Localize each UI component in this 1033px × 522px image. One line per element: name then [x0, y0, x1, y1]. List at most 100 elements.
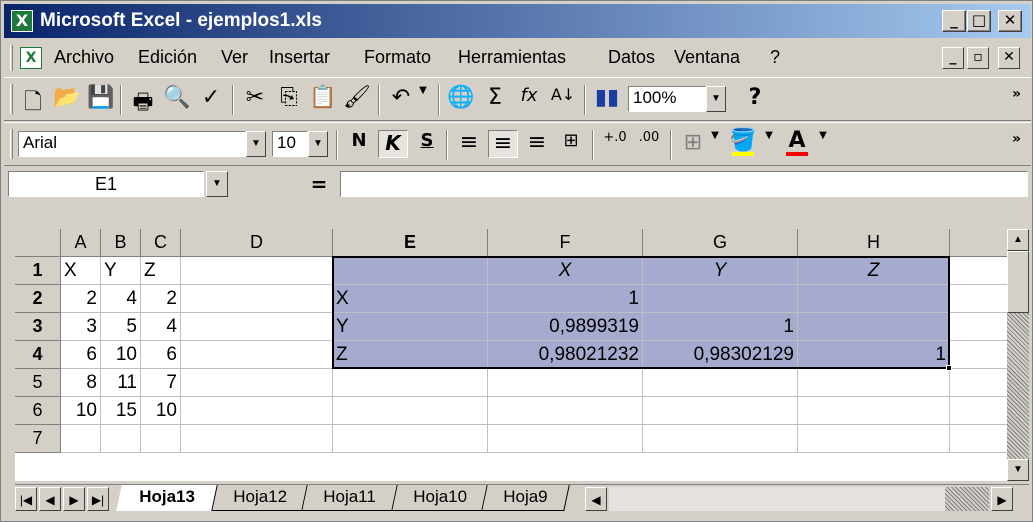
- cell-c5[interactable]: 7: [141, 369, 181, 397]
- column-header-a[interactable]: A: [61, 229, 101, 257]
- scroll-up-arrow[interactable]: ▲: [1007, 229, 1029, 251]
- doc-restore-button[interactable]: ▫: [967, 47, 989, 69]
- cell-a7[interactable]: [61, 425, 101, 453]
- cell-b3[interactable]: 5: [101, 313, 141, 341]
- row-header-5[interactable]: 5: [15, 369, 61, 397]
- name-box-dropdown-arrow[interactable]: ▼: [206, 171, 228, 197]
- borders-dropdown-icon[interactable]: ▼: [706, 130, 724, 158]
- cell-d2[interactable]: [181, 285, 333, 313]
- sort-ascending-icon[interactable]: A↓: [548, 85, 578, 113]
- menu-ventana[interactable]: Ventana: [674, 47, 740, 68]
- menu-insertar[interactable]: Insertar: [269, 47, 330, 68]
- cell-a1[interactable]: X: [61, 257, 101, 285]
- cell-b6[interactable]: 15: [101, 397, 141, 425]
- row-header-3[interactable]: 3: [15, 313, 61, 341]
- cell-b5[interactable]: 11: [101, 369, 141, 397]
- cell-overflow[interactable]: [950, 341, 1007, 369]
- format-painter-icon[interactable]: 🖌: [342, 85, 372, 113]
- doc-close-button[interactable]: ✕: [998, 47, 1020, 69]
- cell-a4[interactable]: 6: [61, 341, 101, 369]
- cell-e7[interactable]: [333, 425, 488, 453]
- help-icon[interactable]: ?: [740, 85, 770, 113]
- cell-g7[interactable]: [643, 425, 798, 453]
- cell-c3[interactable]: 4: [141, 313, 181, 341]
- cell-overflow[interactable]: [950, 313, 1007, 341]
- menu-ayuda[interactable]: ?: [770, 47, 780, 68]
- column-header-f[interactable]: F: [488, 229, 643, 257]
- align-left-icon[interactable]: ≡: [454, 130, 484, 158]
- font-color-dropdown-icon[interactable]: ▼: [814, 130, 832, 158]
- cell-a2[interactable]: 2: [61, 285, 101, 313]
- menu-archivo[interactable]: Archivo: [54, 47, 114, 68]
- italic-button[interactable]: K: [378, 130, 408, 158]
- column-header-h[interactable]: H: [798, 229, 950, 257]
- cell-b7[interactable]: [101, 425, 141, 453]
- fill-handle[interactable]: [946, 365, 952, 371]
- prev-sheet-button[interactable]: ◀: [39, 487, 61, 511]
- hyperlink-globe-icon[interactable]: 🌐: [446, 85, 476, 113]
- cell-a3[interactable]: 3: [61, 313, 101, 341]
- cell-b1[interactable]: Y: [101, 257, 141, 285]
- decrease-decimal-icon[interactable]: .00: [634, 130, 664, 158]
- align-right-icon[interactable]: ≡: [522, 130, 552, 158]
- row-header-6[interactable]: 6: [15, 397, 61, 425]
- font-name-combo[interactable]: Arial: [18, 131, 246, 157]
- font-name-dropdown-arrow[interactable]: ▼: [246, 131, 266, 157]
- cell-e6[interactable]: [333, 397, 488, 425]
- fill-color-bucket-icon[interactable]: 🪣: [728, 130, 758, 158]
- toolbar-grip[interactable]: [10, 84, 13, 114]
- cell-overflow[interactable]: [950, 397, 1007, 425]
- title-bar[interactable]: X Microsoft Excel - ejemplos1.xls _ □ ✕: [4, 4, 1031, 38]
- cell-f5[interactable]: [488, 369, 643, 397]
- new-document-icon[interactable]: 🗋: [18, 85, 48, 115]
- merge-center-icon[interactable]: ⊞: [556, 130, 586, 158]
- cell-b4[interactable]: 10: [101, 341, 141, 369]
- cell-c2[interactable]: 2: [141, 285, 181, 313]
- tab-split-left-arrow[interactable]: ◀: [585, 487, 607, 511]
- cell-g6[interactable]: [643, 397, 798, 425]
- row-header-2[interactable]: 2: [15, 285, 61, 313]
- cell-d7[interactable]: [181, 425, 333, 453]
- scroll-right-arrow[interactable]: ▶: [991, 487, 1013, 511]
- borders-icon[interactable]: ⊞: [678, 130, 708, 158]
- cell-b2[interactable]: 4: [101, 285, 141, 313]
- align-center-icon[interactable]: ≡: [488, 130, 518, 158]
- column-header-g[interactable]: G: [643, 229, 798, 257]
- menu-ver[interactable]: Ver: [221, 47, 248, 68]
- scroll-down-arrow[interactable]: ▼: [1007, 459, 1029, 481]
- spelling-icon[interactable]: ✓: [196, 85, 226, 113]
- underline-button[interactable]: S: [412, 130, 442, 158]
- last-sheet-button[interactable]: ▶|: [87, 487, 109, 511]
- row-header-4[interactable]: 4: [15, 341, 61, 369]
- cell-c4[interactable]: 6: [141, 341, 181, 369]
- row-header-1[interactable]: 1: [15, 257, 61, 285]
- cell-d6[interactable]: [181, 397, 333, 425]
- bold-button[interactable]: N: [344, 130, 374, 158]
- font-color-icon[interactable]: A: [782, 130, 812, 158]
- print-icon[interactable]: 🖶: [128, 85, 158, 115]
- toolbar-overflow-chevron-icon[interactable]: »: [1012, 86, 1021, 102]
- column-header-e[interactable]: E: [333, 229, 488, 257]
- cell-d5[interactable]: [181, 369, 333, 397]
- increase-decimal-icon[interactable]: +.0: [600, 130, 630, 158]
- vertical-scrollbar[interactable]: ▲ ▼: [1007, 229, 1029, 481]
- zoom-dropdown-arrow[interactable]: ▼: [706, 86, 726, 112]
- chart-wizard-icon[interactable]: ▮▮: [592, 85, 622, 113]
- menubar-grip[interactable]: [10, 45, 13, 71]
- horizontal-scroll-track[interactable]: [609, 487, 945, 511]
- horizontal-scroll-thumb[interactable]: [945, 487, 989, 511]
- zoom-combo[interactable]: 100%: [628, 86, 706, 112]
- select-all-corner[interactable]: [15, 229, 61, 257]
- cell-f7[interactable]: [488, 425, 643, 453]
- column-header-b[interactable]: B: [101, 229, 141, 257]
- next-sheet-button[interactable]: ▶: [63, 487, 85, 511]
- print-preview-icon[interactable]: 🔍: [162, 85, 192, 113]
- sheet-tab-hoja11[interactable]: Hoja11: [302, 485, 398, 511]
- cell-d3[interactable]: [181, 313, 333, 341]
- first-sheet-button[interactable]: |◀: [15, 487, 37, 511]
- vertical-scroll-thumb[interactable]: [1007, 251, 1029, 313]
- sheet-tab-hoja12[interactable]: Hoja12: [212, 485, 308, 511]
- column-header-d[interactable]: D: [181, 229, 333, 257]
- sheet-tab-hoja9[interactable]: Hoja9: [482, 485, 570, 511]
- cell-c7[interactable]: [141, 425, 181, 453]
